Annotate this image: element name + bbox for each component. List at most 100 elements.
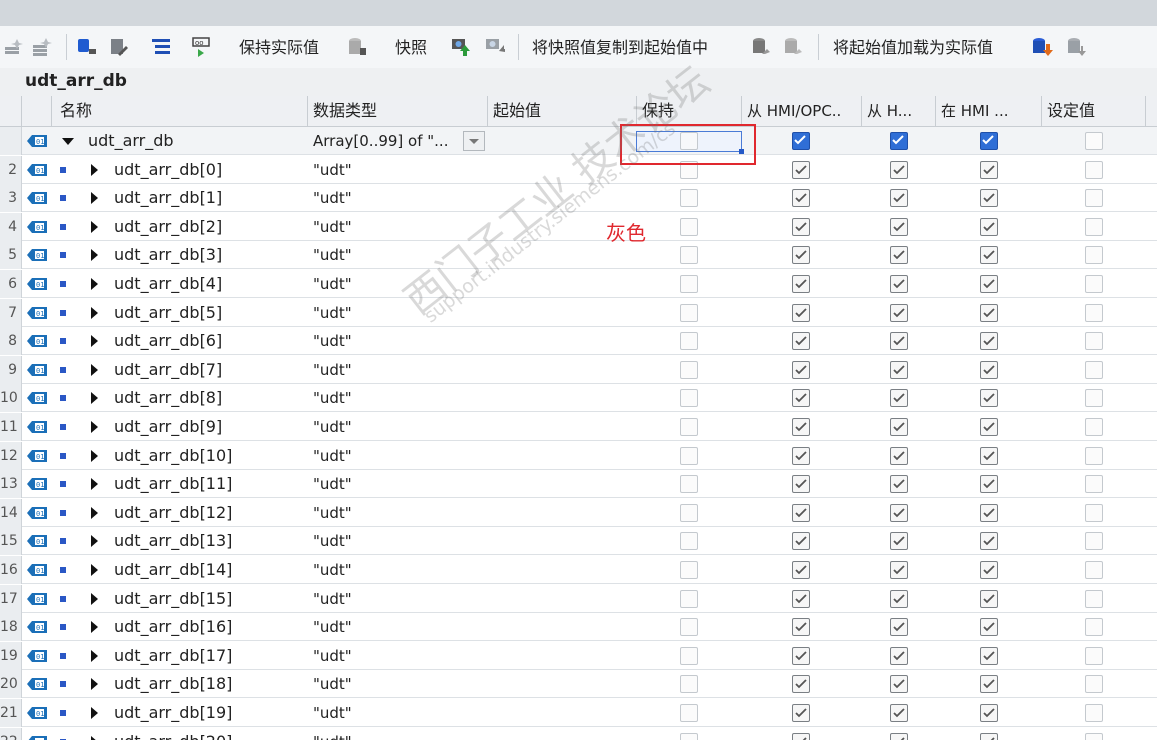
- row-datatype[interactable]: "udt": [313, 556, 352, 584]
- visible-hmi-checkbox[interactable]: [980, 675, 998, 694]
- expand-arrow-icon[interactable]: [91, 564, 98, 576]
- row-datatype[interactable]: "udt": [313, 442, 352, 470]
- expand-arrow-icon[interactable]: [91, 163, 98, 176]
- visible-hmi-checkbox[interactable]: [980, 332, 998, 351]
- header-setpoint[interactable]: 设定值: [1042, 96, 1146, 126]
- writable-hmi-checkbox[interactable]: [890, 589, 908, 608]
- setpoint-checkbox[interactable]: [1085, 332, 1103, 351]
- retain-checkbox[interactable]: [680, 275, 698, 293]
- visible-hmi-checkbox[interactable]: [980, 132, 998, 150]
- setpoint-checkbox[interactable]: [1085, 618, 1103, 637]
- row-datatype[interactable]: "udt": [313, 585, 352, 613]
- list-view-icon[interactable]: [150, 36, 172, 58]
- header-start-value[interactable]: 起始值: [488, 96, 637, 126]
- row-name[interactable]: udt_arr_db[13]: [114, 527, 232, 555]
- row-name[interactable]: udt_arr_db[19]: [114, 699, 232, 727]
- table-row[interactable]: 2 01 udt_arr_db[0] "udt": [0, 155, 1157, 184]
- setpoint-checkbox[interactable]: [1085, 418, 1103, 436]
- setpoint-checkbox[interactable]: [1085, 704, 1103, 722]
- retain-checkbox[interactable]: [680, 332, 698, 351]
- table-row[interactable]: 20 01 udt_arr_db[18] "udt": [0, 670, 1157, 699]
- insert-row-icon[interactable]: [2, 36, 24, 58]
- retain-checkbox[interactable]: [680, 418, 698, 436]
- retain-checkbox[interactable]: [680, 446, 698, 465]
- row-name[interactable]: udt_arr_db[5]: [114, 299, 222, 327]
- row-name[interactable]: udt_arr_db[14]: [114, 556, 232, 584]
- retain-checkbox[interactable]: [680, 503, 698, 522]
- row-datatype[interactable]: "udt": [313, 699, 352, 727]
- table-row[interactable]: 5 01 udt_arr_db[3] "udt": [0, 241, 1157, 270]
- row-name[interactable]: udt_arr_db[10]: [114, 442, 232, 470]
- accessible-hmi-opc-checkbox[interactable]: [792, 646, 810, 665]
- writable-hmi-checkbox[interactable]: [890, 475, 908, 494]
- row-name[interactable]: udt_arr_db[9]: [114, 413, 222, 441]
- expand-arrow-icon[interactable]: [91, 192, 98, 205]
- table-row[interactable]: 16 01 udt_arr_db[14] "udt": [0, 556, 1157, 584]
- keep-actual-values-button[interactable]: 保持实际值: [239, 34, 319, 58]
- writable-hmi-checkbox[interactable]: [890, 389, 908, 408]
- visible-hmi-checkbox[interactable]: [980, 389, 998, 408]
- row-name[interactable]: udt_arr_db[12]: [114, 499, 232, 527]
- datatype-dropdown-button[interactable]: [463, 131, 485, 151]
- setpoint-checkbox[interactable]: [1085, 246, 1103, 265]
- row-datatype[interactable]: "udt": [313, 356, 352, 384]
- accessible-hmi-opc-checkbox[interactable]: [792, 160, 810, 179]
- visible-hmi-checkbox[interactable]: [980, 275, 998, 293]
- visible-hmi-checkbox[interactable]: [980, 303, 998, 322]
- copy-snapshot-to-start-button[interactable]: 将快照值复制到起始值中: [532, 34, 708, 58]
- row-name[interactable]: udt_arr_db[16]: [114, 613, 232, 641]
- expand-arrow-icon[interactable]: [91, 535, 98, 548]
- snapshot-icon[interactable]: [450, 36, 472, 58]
- expand-arrow-icon[interactable]: [91, 335, 98, 348]
- visible-hmi-checkbox[interactable]: [980, 446, 998, 465]
- copy-to-start-icon[interactable]: [750, 36, 772, 58]
- setpoint-checkbox[interactable]: [1085, 732, 1103, 740]
- table-row[interactable]: 15 01 udt_arr_db[13] "udt": [0, 527, 1157, 556]
- header-writable-hmi[interactable]: 从 H...: [862, 96, 936, 126]
- setpoint-checkbox[interactable]: [1085, 217, 1103, 236]
- row-datatype[interactable]: "udt": [313, 384, 352, 412]
- expand-arrow-icon[interactable]: [91, 592, 98, 605]
- expand-arrow-icon[interactable]: [91, 707, 98, 719]
- setpoint-checkbox[interactable]: [1085, 503, 1103, 522]
- expand-arrow-icon[interactable]: [91, 735, 98, 740]
- row-name[interactable]: udt_arr_db[1]: [114, 184, 222, 212]
- row-datatype[interactable]: "udt": [313, 613, 352, 641]
- setpoint-checkbox[interactable]: [1085, 132, 1103, 150]
- accessible-hmi-opc-checkbox[interactable]: [792, 675, 810, 694]
- load-start-all-icon[interactable]: [1066, 36, 1088, 58]
- table-row[interactable]: 13 01 udt_arr_db[11] "udt": [0, 470, 1157, 499]
- table-row[interactable]: 3 01 udt_arr_db[1] "udt": [0, 184, 1157, 213]
- header-datatype[interactable]: 数据类型: [308, 96, 488, 126]
- retain-checkbox[interactable]: [680, 246, 698, 265]
- retain-checkbox[interactable]: [680, 189, 698, 208]
- visible-hmi-checkbox[interactable]: [980, 503, 998, 522]
- table-row[interactable]: 9 01 udt_arr_db[7] "udt": [0, 355, 1157, 384]
- keep-values-icon[interactable]: [346, 36, 368, 58]
- accessible-hmi-opc-checkbox[interactable]: [792, 704, 810, 722]
- table-row[interactable]: 12 01 udt_arr_db[10] "udt": [0, 441, 1157, 470]
- expand-all-icon[interactable]: [76, 36, 98, 58]
- row-name[interactable]: udt_arr_db[8]: [114, 384, 222, 412]
- header-accessible-hmi-opc[interactable]: 从 HMI/OPC..: [742, 96, 862, 126]
- writable-hmi-checkbox[interactable]: [890, 561, 908, 579]
- row-datatype[interactable]: "udt": [313, 270, 352, 298]
- writable-hmi-checkbox[interactable]: [890, 189, 908, 208]
- row-name[interactable]: udt_arr_db[15]: [114, 585, 232, 613]
- load-start-icon[interactable]: [1031, 36, 1053, 58]
- expand-arrow-icon[interactable]: [91, 621, 98, 634]
- accessible-hmi-opc-checkbox[interactable]: [792, 475, 810, 494]
- visible-hmi-checkbox[interactable]: [980, 589, 998, 608]
- setpoint-checkbox[interactable]: [1085, 646, 1103, 665]
- table-row[interactable]: 11 01 udt_arr_db[9] "udt": [0, 413, 1157, 441]
- accessible-hmi-opc-checkbox[interactable]: [792, 418, 810, 436]
- visible-hmi-checkbox[interactable]: [980, 618, 998, 637]
- row-datatype[interactable]: "udt": [313, 299, 352, 327]
- accessible-hmi-opc-checkbox[interactable]: [792, 275, 810, 293]
- writable-hmi-checkbox[interactable]: [890, 446, 908, 465]
- retain-checkbox[interactable]: [680, 732, 698, 740]
- expand-arrow-icon[interactable]: [91, 278, 98, 290]
- table-row[interactable]: 8 01 udt_arr_db[6] "udt": [0, 327, 1157, 356]
- row-datatype[interactable]: "udt": [313, 213, 352, 241]
- visible-hmi-checkbox[interactable]: [980, 732, 998, 740]
